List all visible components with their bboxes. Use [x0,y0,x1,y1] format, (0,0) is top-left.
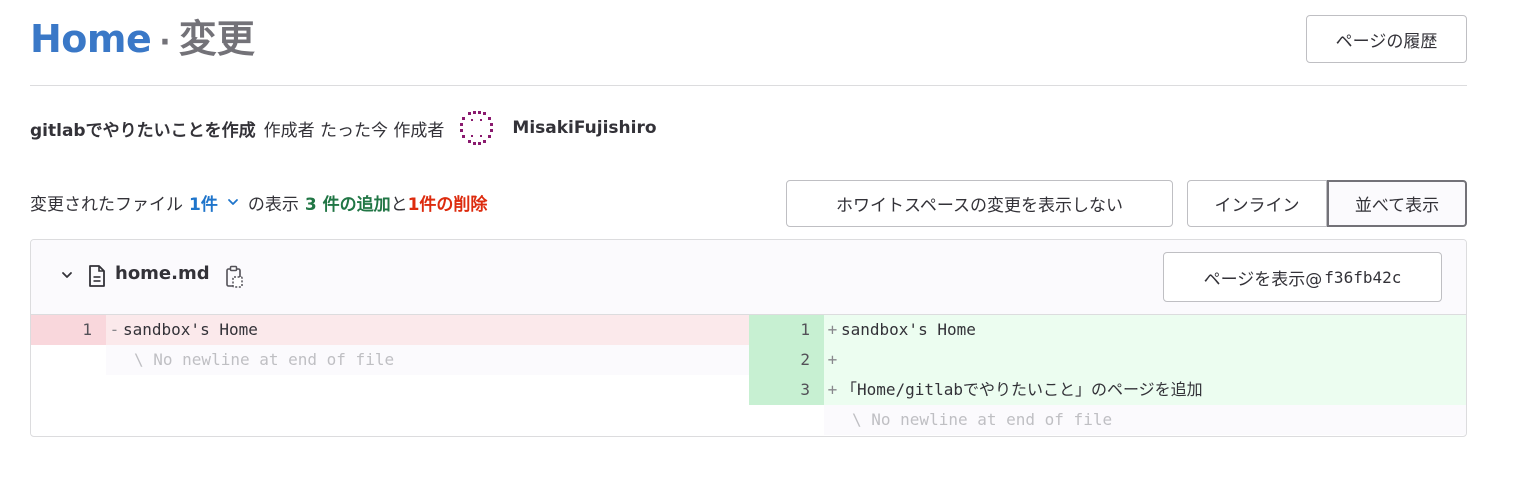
page-history-button[interactable]: ページの履歴 [1306,15,1467,63]
author-name[interactable]: MisakiFujishiro [512,118,656,138]
avatar[interactable] [458,110,494,146]
line-content: \ No newline at end of file [106,345,749,375]
diff-line [31,405,749,435]
diff-marker: + [827,350,838,369]
diff-marker: + [827,320,838,339]
line-content [106,405,749,435]
line-number [749,405,824,435]
diff-line [31,375,749,405]
hide-whitespace-button[interactable]: ホワイトスペースの変更を表示しない [786,180,1173,227]
commit-title: gitlabでやりたいことを作成 [30,120,256,141]
diff-right-side: 1 + sandbox's Home 2 +3 + 「Home/gitlabでやりたいこと」… [749,315,1466,436]
commit-meta: 作成者 たった今 作成者 [263,120,445,141]
line-number[interactable]: 2 [749,345,824,375]
diff-left-side: 1- sandbox's Home \ No newline at end of f… [31,315,749,436]
line-number [31,405,106,435]
title-suffix: 変更 [178,17,255,61]
summary-prefix: 変更されたファイル [30,194,183,215]
page-header: Home · 変更 ページの履歴 [30,0,1467,86]
diff-summary: 変更されたファイル 1件 の表示 3 件の追加 と 1件の削除 [30,182,487,222]
file-header: home.md ページを表示@ f36fb42c [31,240,1466,315]
collapse-chevron-icon[interactable] [59,267,75,287]
line-number [31,375,106,405]
line-content: - sandbox's Home [106,315,749,345]
diff-line: 2 + [749,345,1466,375]
diff-line: 1- sandbox's Home [31,315,749,345]
line-number[interactable]: 1 [31,315,106,345]
chevron-down-icon[interactable] [226,195,240,209]
file-name[interactable]: home.md [115,263,210,284]
page-title: Home · 変更 [30,14,255,68]
file-icon [87,264,107,292]
files-count-dropdown[interactable]: 1件 [189,190,218,215]
line-content: + 「Home/gitlabでやりたいこと」のページを追加 [824,375,1466,405]
line-content [106,375,749,405]
line-content: + sandbox's Home [824,315,1466,345]
commit-sha: f36fb42c [1324,267,1402,287]
line-text: \ No newline at end of file [852,410,1113,429]
parallel-view-button[interactable]: 並べて表示 [1327,180,1467,227]
diff-marker: - [109,320,120,339]
deletions-count: 1件の削除 [407,194,488,215]
line-content: + [824,345,1466,375]
line-number[interactable]: 3 [749,375,824,405]
diff-line: 3 + 「Home/gitlabでやりたいこと」のページを追加 [749,375,1466,405]
diff-marker: + [827,380,838,399]
diff-line: \ No newline at end of file [749,405,1466,435]
line-text: sandbox's Home [841,320,976,339]
view-page-button[interactable]: ページを表示@ f36fb42c [1163,252,1442,302]
line-number [31,345,106,375]
wiki-page-link[interactable]: Home [30,17,152,61]
line-text: 「Home/gitlabでやりたいこと」のページを追加 [841,380,1203,399]
diff-file: home.md ページを表示@ f36fb42c 1- sandbox's Hom… [30,239,1467,437]
line-text: sandbox's Home [123,320,258,339]
line-content: \ No newline at end of file [824,405,1466,435]
additions-count: 3 件の追加 [304,194,391,215]
commit-info: gitlabでやりたいことを作成 作成者 たった今 作成者 MisakiFuji… [30,108,657,148]
diff-line: 1 + sandbox's Home [749,315,1466,345]
line-number[interactable]: 1 [749,315,824,345]
title-separator: · [159,25,171,60]
diff-view-toggle: インライン 並べて表示 [1187,180,1467,227]
line-text: \ No newline at end of file [134,350,395,369]
inline-view-button[interactable]: インライン [1187,180,1327,227]
view-page-label: ページを表示@ [1203,269,1323,290]
diff-line: \ No newline at end of file [31,345,749,375]
summary-middle: の表示 [247,194,299,215]
summary-conjunction: と [390,194,408,215]
diff-body: 1- sandbox's Home \ No newline at end of f… [31,315,1466,436]
copy-path-icon[interactable] [225,264,245,294]
